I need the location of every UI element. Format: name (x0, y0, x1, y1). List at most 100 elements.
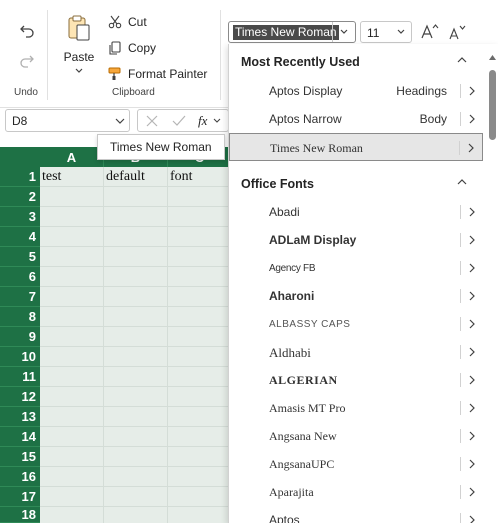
row-header[interactable]: 5 (0, 247, 40, 267)
undo-icon (20, 25, 34, 38)
table-row (40, 447, 232, 467)
font-item-label: ADLaM Display (269, 233, 357, 247)
font-item-adlam-display[interactable]: ADLaM Display (229, 226, 483, 254)
row-header[interactable]: 1 (0, 167, 40, 187)
item-divider (460, 205, 461, 219)
row-header[interactable]: 13 (0, 407, 40, 427)
scrollbar-thumb[interactable] (489, 70, 496, 140)
chevron-right-icon[interactable] (469, 487, 475, 497)
chevron-right-icon[interactable] (469, 459, 475, 469)
name-box-value[interactable]: D8 (12, 114, 27, 128)
cut-button[interactable]: Cut (108, 12, 147, 32)
chevron-right-icon[interactable] (469, 207, 475, 217)
chevron-down-icon (397, 29, 405, 34)
font-item-al-bayan-caps[interactable]: ALBASSY CAPS (229, 310, 483, 338)
increase-font-size-button[interactable] (421, 23, 439, 42)
format-painter-button[interactable]: Format Painter (108, 64, 207, 84)
format-painter-label: Format Painter (128, 67, 208, 81)
row-header[interactable]: 17 (0, 487, 40, 507)
font-item-aharoni[interactable]: Aharoni (229, 282, 483, 310)
item-divider (460, 485, 461, 499)
font-name-value[interactable]: Times New Roman (233, 25, 339, 40)
chevron-right-icon[interactable] (469, 235, 475, 245)
font-item-aptos-narrow[interactable]: Aptos Narrow Body (229, 105, 483, 133)
row-header[interactable]: 10 (0, 347, 40, 367)
select-all-corner[interactable] (0, 147, 40, 167)
chevron-right-icon[interactable] (469, 114, 475, 124)
font-item-aparajita[interactable]: Aparajita (229, 478, 483, 506)
row-header[interactable]: 9 (0, 327, 40, 347)
font-item-angsanaupc[interactable]: AngsanaUPC (229, 450, 483, 478)
table-row (40, 287, 232, 307)
chevron-down-icon[interactable] (115, 114, 125, 128)
font-item-aldhabi[interactable]: Aldhabi (229, 338, 483, 366)
row-header[interactable]: 6 (0, 267, 40, 287)
cancel-icon[interactable] (146, 115, 158, 127)
copy-icon (109, 41, 121, 55)
cell-c1[interactable]: font (168, 167, 193, 186)
cell-b1[interactable]: default (104, 167, 145, 186)
font-name-dropdown-button[interactable] (332, 22, 355, 42)
row-header[interactable]: 11 (0, 367, 40, 387)
undo-button[interactable] (16, 20, 38, 42)
row-header[interactable]: 3 (0, 207, 40, 227)
copy-button[interactable]: Copy (108, 38, 156, 58)
font-item-amasis-mt-pro[interactable]: Amasis MT Pro (229, 394, 483, 422)
name-box[interactable]: D8 (5, 109, 130, 132)
enter-check-icon[interactable] (172, 115, 186, 127)
font-item-label: Aparajita (269, 485, 314, 499)
decrease-font-size-icon (449, 25, 466, 40)
decrease-font-size-button[interactable] (448, 24, 466, 43)
chevron-up-icon[interactable] (457, 56, 467, 64)
chevron-right-icon[interactable] (469, 86, 475, 96)
font-item-algerian[interactable]: ALGERIAN (229, 366, 483, 394)
paste-button[interactable]: Paste (58, 12, 100, 82)
office-fonts-header[interactable]: Office Fonts (229, 168, 483, 200)
scroll-up-icon[interactable] (488, 54, 497, 61)
row-header[interactable]: 4 (0, 227, 40, 247)
font-size-dropdown-button[interactable] (393, 23, 409, 41)
font-item-angsana-new[interactable]: Angsana New (229, 422, 483, 450)
item-divider (460, 373, 461, 387)
font-dropdown-list[interactable]: Most Recently Used Aptos Display Heading… (228, 44, 498, 523)
column-header-a[interactable]: A (40, 147, 104, 167)
chevron-up-icon[interactable] (457, 178, 467, 186)
worksheet-grid[interactable]: A B C 1 2 3 4 5 6 7 8 9 10 11 12 13 14 1… (0, 147, 232, 523)
recent-fonts-header[interactable]: Most Recently Used (229, 46, 483, 78)
font-item-label: Angsana New (269, 429, 337, 443)
font-name-combobox[interactable]: Times New Roman (228, 21, 356, 43)
cell-a1[interactable]: test (40, 167, 61, 186)
font-size-combobox[interactable]: 11 (360, 21, 412, 43)
chevron-right-icon[interactable] (469, 291, 475, 301)
table-row (40, 467, 232, 487)
row-header[interactable]: 8 (0, 307, 40, 327)
chevron-right-icon[interactable] (469, 431, 475, 441)
font-item-label: Agency FB (269, 263, 316, 274)
chevron-right-icon[interactable] (469, 375, 475, 385)
row-header[interactable]: 7 (0, 287, 40, 307)
redo-button[interactable] (16, 50, 38, 72)
font-item-times-new-roman[interactable]: Times New Roman (229, 133, 483, 161)
chevron-right-icon[interactable] (469, 319, 475, 329)
insert-function-icon[interactable]: fx (198, 113, 207, 129)
font-item-abadi[interactable]: Abadi (229, 198, 483, 226)
font-size-value[interactable]: 11 (367, 26, 379, 40)
chevron-right-icon[interactable] (469, 263, 475, 273)
cut-label: Cut (128, 15, 147, 29)
chevron-right-icon[interactable] (469, 347, 475, 357)
row-header[interactable]: 2 (0, 187, 40, 207)
dropdown-scrollbar[interactable] (487, 54, 497, 523)
row-header[interactable]: 14 (0, 427, 40, 447)
row-header[interactable]: 18 (0, 507, 40, 523)
font-item-label: Aptos Display (269, 84, 343, 98)
chevron-right-icon[interactable] (469, 403, 475, 413)
font-item-aptos-display[interactable]: Aptos Display Headings (229, 77, 483, 105)
chevron-right-icon[interactable] (468, 143, 474, 153)
row-header[interactable]: 12 (0, 387, 40, 407)
table-row (40, 187, 232, 207)
row-header[interactable]: 16 (0, 467, 40, 487)
row-header[interactable]: 15 (0, 447, 40, 467)
font-item-aptos[interactable]: Aptos (229, 506, 483, 523)
font-item-agency-fb[interactable]: Agency FB (229, 254, 483, 282)
chevron-right-icon[interactable] (469, 515, 475, 523)
